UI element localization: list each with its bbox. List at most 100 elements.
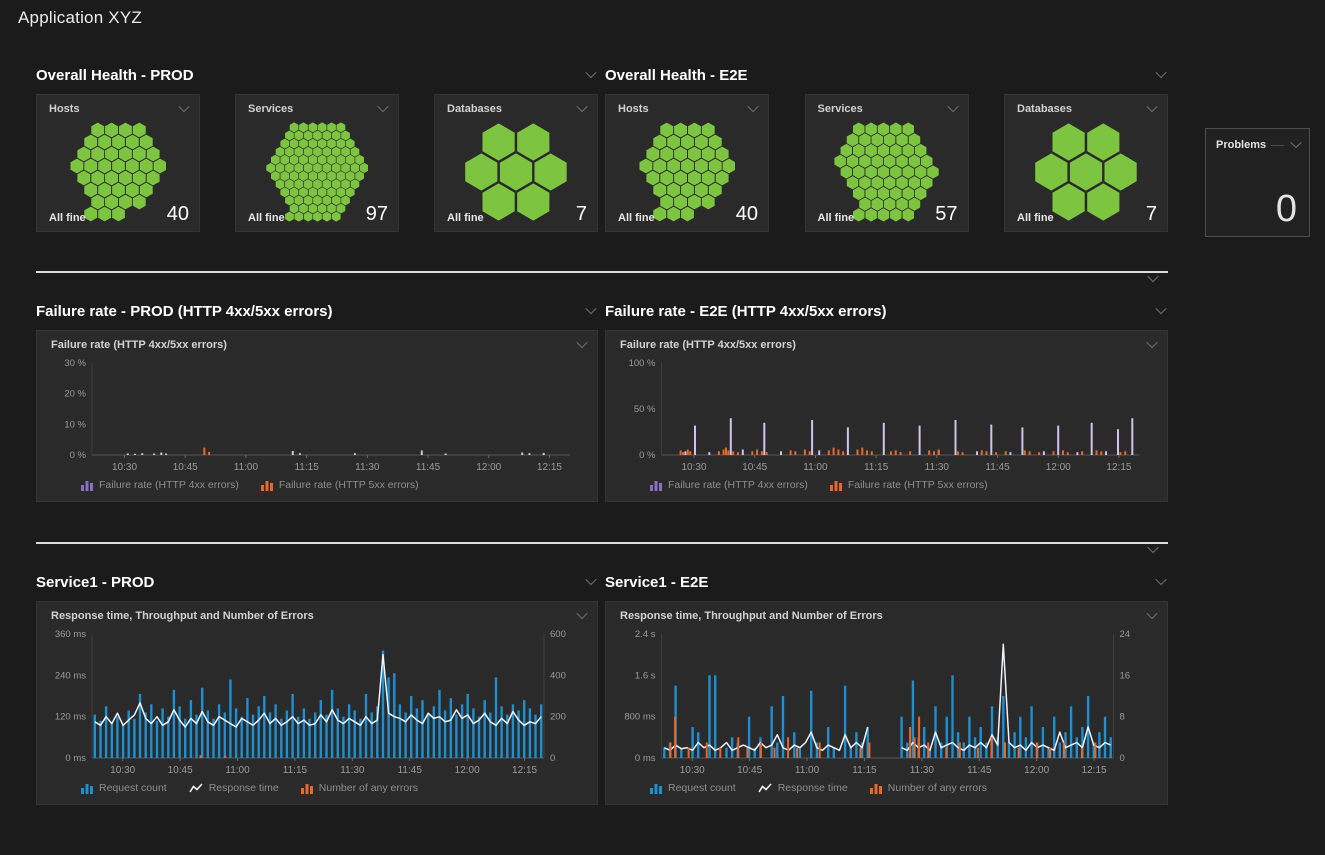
problems-tile[interactable]: Problems 0 — [1205, 128, 1310, 237]
hexagon — [878, 187, 889, 200]
failure-e2e-svg[interactable]: 0 %50 %100 %10:3010:4511:0011:1511:3011:… — [608, 355, 1157, 473]
legend-item[interactable]: Response time — [189, 782, 279, 794]
chevron-down-icon[interactable] — [1154, 306, 1168, 316]
health-tile-databases-e2e[interactable]: Databases All fine 7 — [1004, 94, 1168, 232]
failure-prod-svg[interactable]: 0 %10 %20 %30 %10:3010:4511:0011:1511:30… — [39, 355, 587, 473]
bar-series-icon — [81, 479, 93, 491]
bar — [737, 737, 739, 758]
hexagon — [841, 165, 852, 178]
hexagon — [285, 163, 294, 173]
chevron-down-icon[interactable] — [1146, 274, 1160, 284]
bar — [895, 450, 897, 455]
axis-tick-label: 0 % — [639, 450, 656, 461]
chevron-down-icon[interactable] — [575, 611, 589, 621]
bar — [890, 451, 892, 455]
chevron-down-icon[interactable] — [1146, 545, 1160, 555]
hexagon — [336, 122, 345, 132]
hexagon — [847, 155, 858, 168]
bar — [727, 450, 729, 455]
chart-tile-service-prod[interactable]: Response time, Throughput and Number of … — [36, 601, 598, 805]
chevron-down-icon[interactable] — [584, 577, 598, 587]
axis-tick-label: 1.6 s — [635, 670, 656, 681]
chevron-down-icon[interactable] — [1289, 140, 1303, 150]
bar — [918, 717, 920, 758]
section-divider — [36, 542, 1168, 557]
hexagon — [345, 187, 354, 197]
chart-tile-failure-e2e[interactable]: Failure rate (HTTP 4xx/5xx errors) 0 %50… — [605, 330, 1168, 502]
legend-item[interactable]: Response time — [758, 782, 848, 794]
bar — [850, 748, 852, 758]
bar — [105, 706, 107, 758]
legend-item[interactable]: Failure rate (HTTP 4xx errors) — [81, 479, 239, 491]
time-axis-label: 10:45 — [173, 462, 198, 473]
failure-prod-chart[interactable]: 0 %10 %20 %30 %10:3010:4511:0011:1511:30… — [37, 351, 597, 473]
chevron-down-icon[interactable] — [1145, 340, 1159, 350]
legend-item[interactable]: Request count — [81, 782, 167, 794]
health-tile-services-e2e[interactable]: Services All fine 57 — [805, 94, 969, 232]
legend-item[interactable]: Number of any errors — [301, 782, 418, 794]
bar — [111, 723, 113, 758]
bar — [122, 725, 124, 758]
bar — [1131, 418, 1133, 455]
hexagon — [294, 147, 303, 157]
bar — [1057, 426, 1059, 455]
hexagon — [878, 165, 889, 178]
bar — [861, 448, 863, 455]
health-tile-hosts-e2e[interactable]: Hosts All fine 40 — [605, 94, 769, 232]
failure-e2e-chart[interactable]: 0 %50 %100 %10:3010:4511:0011:1511:3011:… — [606, 351, 1167, 473]
legend-item[interactable]: Failure rate (HTTP 5xx errors) — [830, 479, 988, 491]
chevron-down-icon[interactable] — [575, 104, 589, 114]
entity-count: 7 — [576, 204, 587, 224]
chevron-down-icon[interactable] — [575, 340, 589, 350]
bar — [1081, 451, 1083, 455]
hexagon — [285, 131, 294, 141]
hexagon — [359, 163, 368, 173]
bar — [1008, 743, 1010, 759]
hexagon — [308, 155, 317, 165]
chevron-down-icon[interactable] — [1145, 104, 1159, 114]
chevron-down-icon[interactable] — [584, 70, 598, 80]
bar — [790, 450, 792, 455]
bar — [760, 743, 762, 759]
hexagon — [336, 187, 345, 197]
bar — [258, 706, 260, 758]
bar — [1013, 732, 1015, 758]
chevron-down-icon[interactable] — [1145, 611, 1159, 621]
hexagon — [715, 171, 728, 186]
health-tile-services-prod[interactable]: Services All fine 97 — [235, 94, 399, 232]
hexagon — [660, 123, 673, 138]
legend-item[interactable]: Request count — [650, 782, 736, 794]
service-prod-svg[interactable]: 0 ms120 ms240 ms360 ms020040060010:3010:… — [39, 626, 587, 776]
axis-tick-label: 50 % — [634, 404, 656, 415]
legend-label: Failure rate (HTTP 4xx errors) — [99, 479, 239, 491]
bar — [235, 708, 237, 758]
chevron-down-icon[interactable] — [584, 306, 598, 316]
chevron-down-icon[interactable] — [946, 104, 960, 114]
hexagon — [84, 135, 97, 150]
bar — [433, 706, 435, 758]
chevron-down-icon[interactable] — [746, 104, 760, 114]
legend-item[interactable]: Number of any errors — [870, 782, 987, 794]
service-e2e-svg[interactable]: 0 ms800 ms1.6 s2.4 s08162410:3010:4511:0… — [608, 626, 1157, 776]
chevron-down-icon[interactable] — [177, 104, 191, 114]
service-prod-chart[interactable]: 0 ms120 ms240 ms360 ms020040060010:3010:… — [37, 622, 597, 776]
legend-item[interactable]: Failure rate (HTTP 5xx errors) — [261, 479, 419, 491]
hexagon — [865, 123, 876, 136]
health-tile-databases-prod[interactable]: Databases All fine 7 — [434, 94, 598, 232]
chevron-down-icon[interactable] — [1154, 70, 1168, 80]
bar — [730, 418, 732, 455]
bar — [933, 451, 935, 455]
chart-tile-service-e2e[interactable]: Response time, Throughput and Number of … — [605, 601, 1168, 805]
chevron-down-icon[interactable] — [376, 104, 390, 114]
health-tile-hosts-prod[interactable]: Hosts All fine 40 — [36, 94, 200, 232]
hexagon — [336, 155, 345, 165]
chevron-down-icon[interactable] — [1154, 577, 1168, 587]
legend-item[interactable]: Failure rate (HTTP 4xx errors) — [650, 479, 808, 491]
service-e2e-chart[interactable]: 0 ms800 ms1.6 s2.4 s08162410:3010:4511:0… — [606, 622, 1167, 776]
hexagon — [896, 155, 907, 168]
hexagon — [896, 133, 907, 146]
legend-label: Request count — [668, 782, 736, 794]
chart-tile-failure-prod[interactable]: Failure rate (HTTP 4xx/5xx errors) 0 %10… — [36, 330, 598, 502]
bar — [688, 748, 690, 758]
bar — [919, 426, 921, 455]
